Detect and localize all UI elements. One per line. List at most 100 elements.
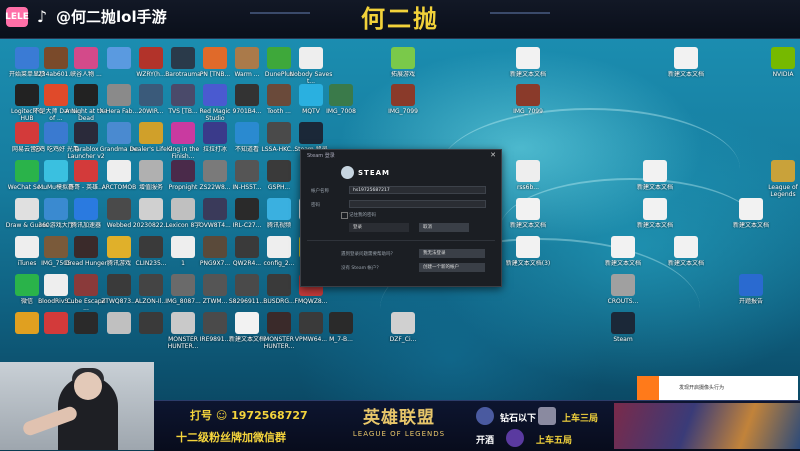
- desktop-icon[interactable]: 开题报告: [728, 270, 774, 322]
- account-label: 帐户名称: [311, 189, 329, 194]
- app-icon: [299, 122, 323, 144]
- steam-window-title: Steam 登录: [307, 153, 335, 159]
- desktop-icon-label: 开题报告: [738, 298, 763, 305]
- app-icon: [74, 122, 98, 144]
- account-name-input[interactable]: hs19725687217: [349, 186, 486, 194]
- desktop-icon-label: NVIDIA: [772, 71, 794, 78]
- app-icon: [267, 160, 291, 182]
- app-icon: [611, 274, 635, 296]
- desktop-icon-label: 新建文本文档(3): [505, 260, 551, 267]
- app-icon: [771, 160, 795, 182]
- desktop-icon-label: Steam: [613, 336, 633, 343]
- app-icon: [611, 236, 635, 258]
- app-icon: [391, 84, 415, 106]
- notification-text: 发现开启摄像头行为: [679, 385, 725, 391]
- desktop-icon-label: 新建文本文档: [667, 260, 704, 267]
- header-divider: [250, 12, 310, 14]
- app-icon: [739, 274, 763, 296]
- divider: [307, 240, 495, 241]
- app-icon: [674, 236, 698, 258]
- app-icon: [516, 84, 540, 106]
- close-icon[interactable]: ✕: [490, 151, 496, 159]
- steam-logo-icon: [341, 166, 354, 179]
- app-icon: [674, 47, 698, 69]
- league-logo-cn: 英雄联盟: [363, 408, 435, 428]
- app-icon: [739, 198, 763, 220]
- stream-title: 何二抛: [361, 5, 439, 33]
- camera-notification[interactable]: 发现开启摄像头行为: [637, 376, 798, 400]
- desktop-icon-label: M_7-B...: [329, 336, 353, 343]
- lele-logo-icon: LELE: [5, 6, 29, 27]
- app-icon: [74, 236, 98, 258]
- app-icon: [329, 312, 353, 334]
- cant-login-button[interactable]: 我无法登录: [419, 249, 485, 258]
- app-icon: [516, 198, 540, 220]
- webcam-overlay: [0, 362, 154, 450]
- app-icon: [74, 198, 98, 220]
- app-icon: [74, 312, 98, 334]
- app-icon: [74, 47, 98, 69]
- diamond-rank-icon: [476, 407, 494, 425]
- app-icon: [74, 160, 98, 182]
- desktop-icon-label: DZF_Ci...: [389, 336, 417, 343]
- desktop-icon[interactable]: IMG_7099: [380, 80, 426, 132]
- cancel-button[interactable]: 取消: [419, 223, 469, 232]
- app-icon: [643, 198, 667, 220]
- rank2-prefix: 开酒: [476, 436, 495, 446]
- fans-group-info: 十二级粉丝牌加微信群: [176, 431, 286, 444]
- desktop-icon[interactable]: NVIDIA: [760, 43, 800, 95]
- app-icon: [74, 84, 98, 106]
- master-rank-icon: [506, 429, 524, 447]
- lele-logo-text: LELE: [5, 11, 29, 22]
- header-divider: [490, 12, 550, 14]
- remember-password-label: 记住我的密码: [349, 213, 376, 218]
- league-logo: 英雄联盟 LEAGUE OF LEGENDS: [344, 407, 454, 447]
- desktop-icon[interactable]: DZF_Ci...: [380, 308, 426, 360]
- login-button[interactable]: 登录: [349, 223, 409, 232]
- app-icon: [516, 236, 540, 258]
- forgot-label: 遇到登录问题需要帮助吗？: [341, 252, 395, 257]
- app-icon: [611, 312, 635, 334]
- app-icon: [391, 312, 415, 334]
- desktop-icon[interactable]: Steam: [600, 308, 646, 360]
- streamer-handle-group: LELE ♪ @何二抛lol手游: [5, 6, 167, 27]
- app-icon: [299, 47, 323, 69]
- streamer-handle: @何二抛lol手游: [56, 8, 167, 26]
- desktop-icon[interactable]: 新建文本文档: [663, 43, 709, 95]
- desktop-icon-label: 新建文本文档: [732, 222, 769, 229]
- stream-header: LELE ♪ @何二抛lol手游 何二抛: [0, 0, 800, 39]
- streamer-head: [74, 372, 102, 400]
- rank1-value: 上车三局: [562, 414, 599, 424]
- league-logo-en: LEAGUE OF LEGENDS: [352, 430, 446, 438]
- password-input[interactable]: [349, 200, 486, 208]
- steam-brand-text: STEAM: [358, 168, 390, 177]
- app-icon: [391, 47, 415, 69]
- steam-brand: STEAM: [341, 166, 390, 179]
- desktop-icon[interactable]: 新建文本文档: [728, 194, 774, 246]
- champion-artwork: [614, 403, 800, 449]
- rank1-prefix: 钻石以下: [500, 414, 537, 424]
- rank2-value: 上车五局: [536, 436, 573, 446]
- desktop-icon[interactable]: IMG_7099: [505, 80, 551, 132]
- desktop-icon[interactable]: M_7-B...: [318, 308, 364, 360]
- remember-password-checkbox[interactable]: [341, 212, 348, 219]
- stream-footer: 打号 ☺ 1972568727 十二级粉丝牌加微信群 英雄联盟 LEAGUE O…: [154, 400, 800, 451]
- no-account-label: 没有 Steam 帐户？: [341, 266, 381, 271]
- desktop-icon[interactable]: 新建文本文档: [663, 232, 709, 284]
- desktop-icon-label: 新建文本文档: [667, 71, 704, 78]
- create-account-button[interactable]: 创建一个新的帐户: [419, 263, 485, 272]
- app-icon: [516, 47, 540, 69]
- app-icon: [516, 160, 540, 182]
- fans-contact: 打号 ☺ 1972568727: [190, 409, 308, 422]
- app-icon: [329, 84, 353, 106]
- desktop-icon-label: IMG_7099: [388, 108, 418, 115]
- tiktok-icon: ♪: [36, 6, 48, 26]
- champion-portrait-icon: [538, 407, 556, 425]
- desktop-icon[interactable]: 新建文本文档(3): [505, 232, 551, 284]
- app-icon: [771, 47, 795, 69]
- steam-login-window[interactable]: Steam 登录 ✕ STEAM 帐户名称 hs19725687217 密码 记…: [300, 149, 502, 287]
- desktop-icon-label: IMG_7099: [513, 108, 543, 115]
- app-icon: [74, 274, 98, 296]
- app-icon: [643, 160, 667, 182]
- password-label: 密码: [311, 203, 320, 208]
